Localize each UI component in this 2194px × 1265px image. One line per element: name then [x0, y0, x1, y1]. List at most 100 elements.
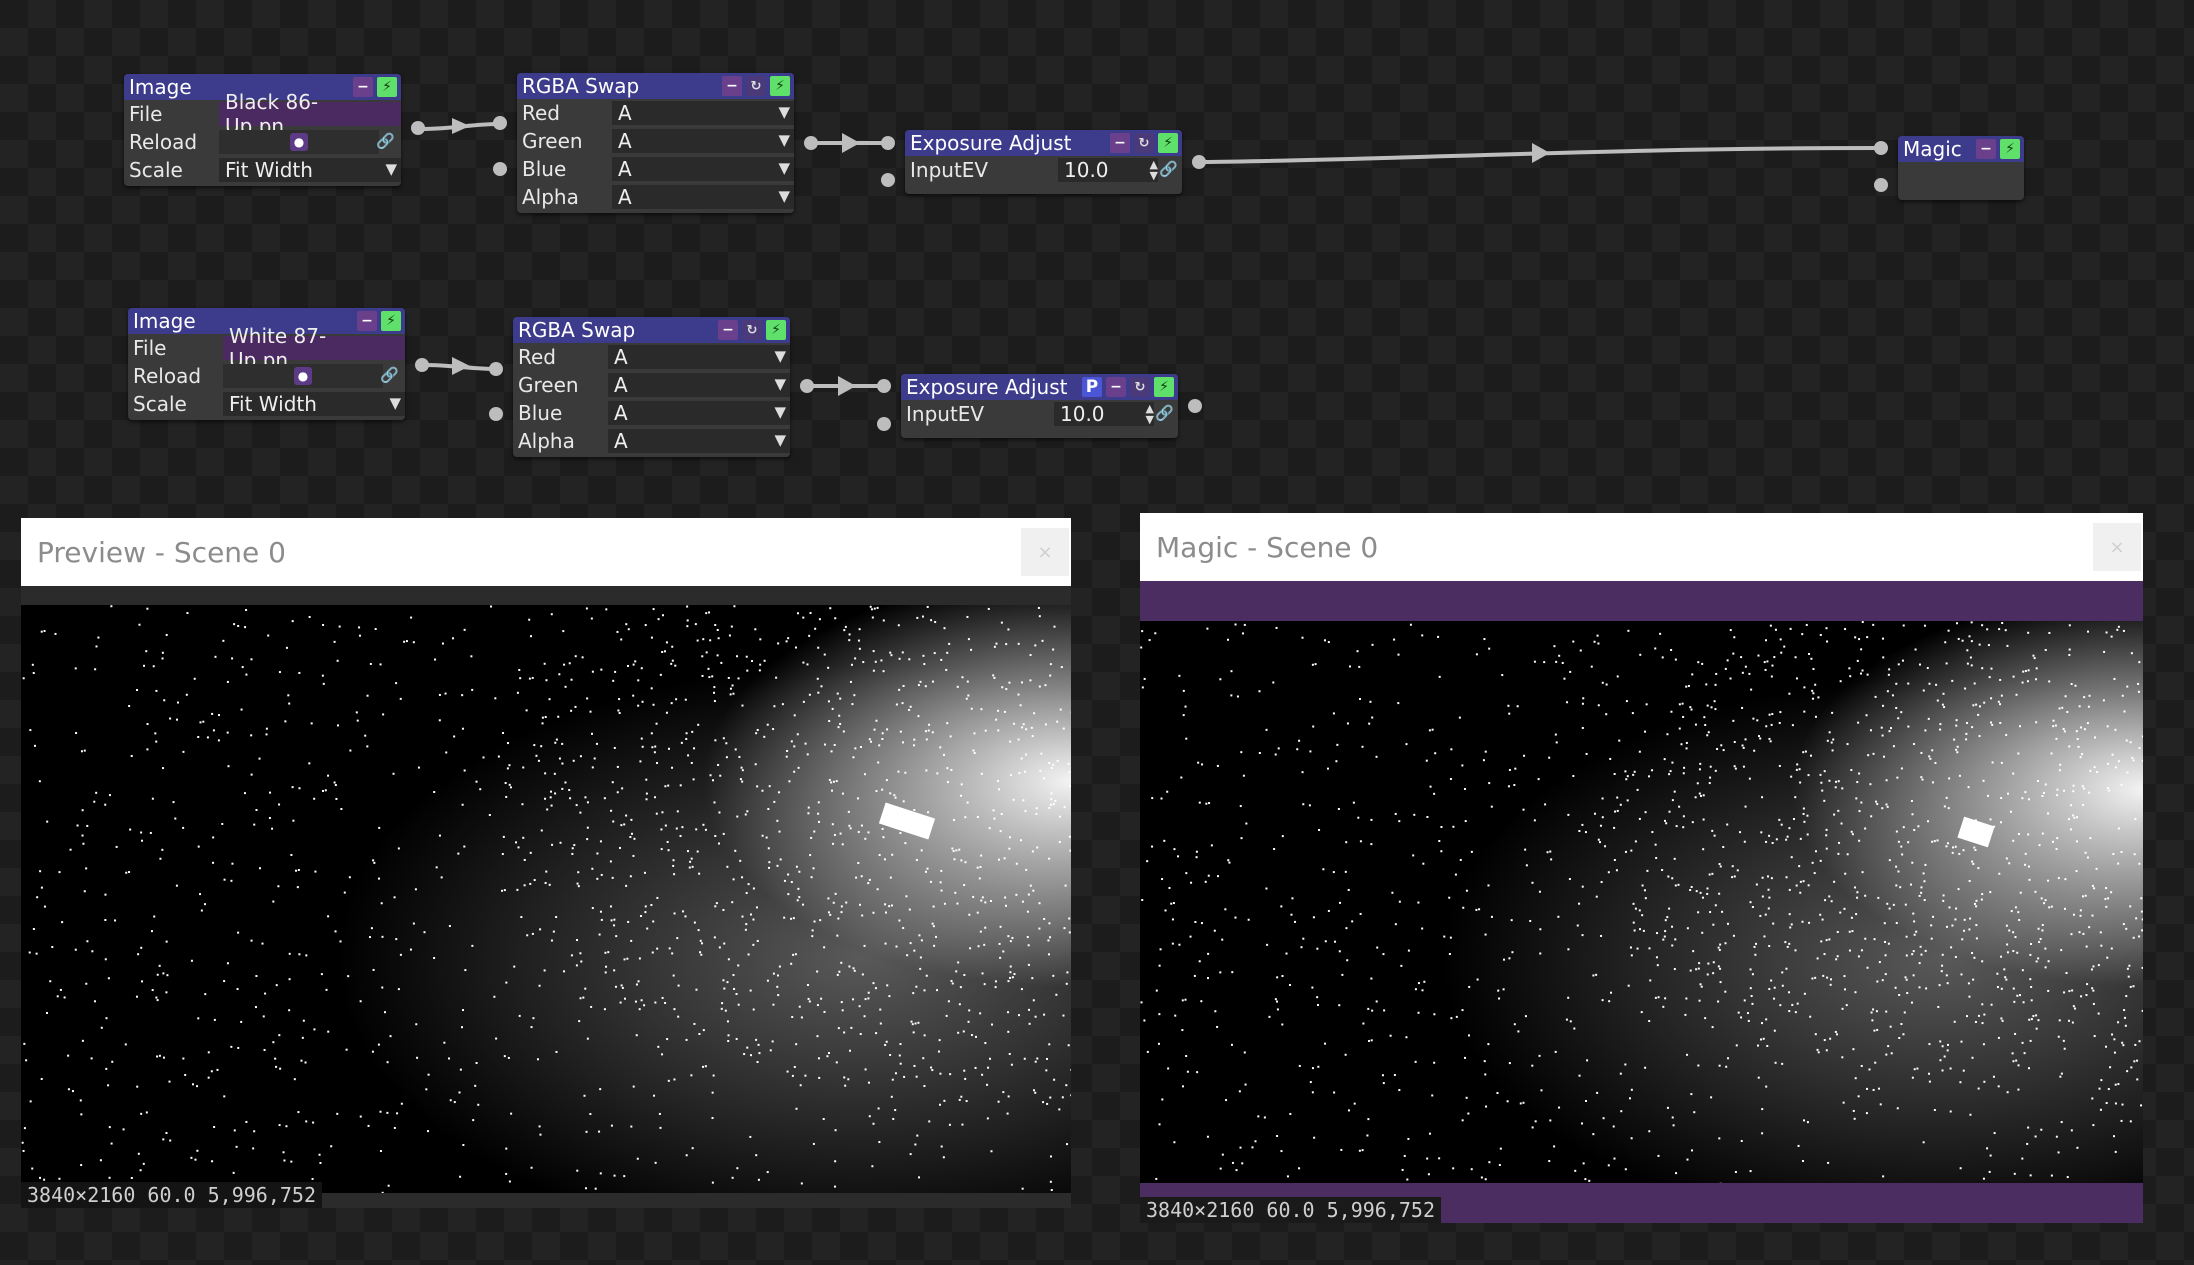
magic-panel[interactable]: Magic - Scene 0 × 3840×2160 60.0 5,996,7… — [1140, 513, 2143, 1223]
input-port[interactable] — [1874, 141, 1888, 155]
noise-dot — [366, 745, 369, 748]
input-port[interactable] — [489, 362, 503, 376]
blue-dropdown[interactable]: A ▼ — [612, 157, 794, 181]
file-field[interactable]: White 87-Up.pn... — [223, 324, 405, 372]
image-node-1[interactable]: Image − ⚡ File Black 86-Up.pn... Reload … — [124, 74, 425, 186]
output-port[interactable] — [411, 121, 425, 135]
inputev-field[interactable]: 10.0 — [1058, 158, 1158, 182]
exposure-adjust-node-1[interactable]: Exposure Adjust − ↻ ⚡ InputEV 10.0 ▲ ▼ 🔗 — [881, 130, 1206, 194]
pinned-badge[interactable]: P — [1082, 377, 1102, 397]
green-dropdown[interactable]: A ▼ — [612, 129, 794, 153]
minus-icon[interactable]: − — [718, 320, 738, 340]
preview-viewport[interactable] — [21, 605, 1071, 1193]
lightning-icon[interactable]: ⚡ — [766, 320, 786, 340]
input-port[interactable] — [881, 173, 895, 187]
noise-dot — [1928, 1043, 1931, 1046]
node-header[interactable]: Exposure Adjust P − ↻ ⚡ — [901, 374, 1178, 400]
scale-dropdown[interactable]: Fit Width ▼ — [219, 158, 401, 182]
output-port[interactable] — [1188, 399, 1202, 413]
up-down-icon[interactable]: ▲ ▼ — [1150, 159, 1158, 181]
magic-viewport[interactable] — [1140, 621, 2143, 1183]
noise-dot — [425, 1088, 428, 1091]
noise-dot — [1940, 970, 1943, 973]
node-header[interactable]: Exposure Adjust − ↻ ⚡ — [905, 130, 1182, 156]
green-dropdown[interactable]: A ▼ — [608, 373, 790, 397]
output-port[interactable] — [415, 358, 429, 372]
noise-dot — [970, 648, 973, 651]
noise-dot — [1258, 690, 1261, 693]
noise-dot — [908, 908, 911, 911]
input-port[interactable] — [493, 116, 507, 130]
noise-dot — [1761, 1132, 1764, 1135]
noise-dot — [833, 833, 836, 836]
noise-dot — [510, 1112, 513, 1115]
close-icon[interactable]: × — [2093, 523, 2141, 571]
noise-dot — [850, 663, 853, 666]
red-dropdown[interactable]: A ▼ — [608, 345, 790, 369]
noise-dot — [237, 624, 240, 627]
input-port[interactable] — [881, 136, 895, 150]
output-port[interactable] — [804, 136, 818, 150]
node-header[interactable]: RGBA Swap − ↻ ⚡ — [517, 73, 794, 99]
rgba-swap-node-1[interactable]: RGBA Swap − ↻ ⚡ Red A ▼ Green A ▼ Blue A ▼ Alp… — [493, 73, 818, 213]
input-port[interactable] — [1874, 178, 1888, 192]
noise-dot — [961, 676, 964, 679]
input-port[interactable] — [877, 417, 891, 431]
cycle-icon[interactable]: ↻ — [1130, 377, 1150, 397]
alpha-dropdown[interactable]: A ▼ — [608, 429, 790, 453]
cycle-icon[interactable]: ↻ — [742, 320, 762, 340]
lightning-icon[interactable]: ⚡ — [770, 76, 790, 96]
lightning-icon[interactable]: ⚡ — [1158, 133, 1178, 153]
noise-dot — [987, 607, 990, 610]
reload-toggle[interactable]: ● — [219, 130, 379, 154]
up-down-icon[interactable]: ▲ ▼ — [1146, 403, 1154, 425]
noise-dot — [813, 830, 816, 833]
lightning-icon[interactable]: ⚡ — [2000, 139, 2020, 159]
link-icon[interactable]: 🔗 — [1159, 160, 1178, 178]
minus-icon[interactable]: − — [1106, 377, 1126, 397]
link-icon[interactable]: 🔗 — [1155, 404, 1174, 422]
alpha-dropdown[interactable]: A ▼ — [612, 185, 794, 209]
magic-node[interactable]: Magic − ⚡ — [1874, 136, 2024, 200]
node-header[interactable]: RGBA Swap − ↻ ⚡ — [513, 317, 790, 343]
minus-icon[interactable]: − — [1110, 133, 1130, 153]
node-header[interactable]: Magic − ⚡ — [1898, 136, 2024, 162]
input-port[interactable] — [489, 407, 503, 421]
output-port[interactable] — [800, 379, 814, 393]
noise-dot — [1677, 883, 1680, 886]
file-field[interactable]: Black 86-Up.pn... — [219, 90, 401, 138]
output-port[interactable] — [1192, 155, 1206, 169]
inputev-field[interactable]: 10.0 — [1054, 402, 1154, 426]
noise-dot — [589, 1113, 592, 1116]
noise-dot — [1533, 660, 1536, 663]
noise-dot — [2140, 897, 2143, 900]
exposure-adjust-node-2[interactable]: Exposure Adjust P − ↻ ⚡ InputEV 10.0 ▲ ▼ … — [877, 374, 1202, 438]
link-icon[interactable]: 🔗 — [380, 366, 399, 384]
cycle-icon[interactable]: ↻ — [746, 76, 766, 96]
input-port[interactable] — [493, 162, 507, 176]
input-port[interactable] — [877, 379, 891, 393]
minus-icon[interactable]: − — [722, 76, 742, 96]
cycle-icon[interactable]: ↻ — [1134, 133, 1154, 153]
noise-dot — [1050, 1189, 1053, 1192]
reload-toggle[interactable]: ● — [223, 364, 383, 388]
noise-dot — [1977, 713, 1980, 716]
close-icon[interactable]: × — [1021, 528, 1069, 576]
noise-dot — [709, 774, 712, 777]
noise-dot — [798, 896, 801, 899]
noise-dot — [2041, 832, 2044, 835]
panel-titlebar[interactable]: Preview - Scene 0 × — [21, 518, 1071, 586]
link-icon[interactable]: 🔗 — [376, 132, 395, 150]
noise-dot — [904, 771, 907, 774]
noise-dot — [1991, 761, 1994, 764]
red-dropdown[interactable]: A ▼ — [612, 101, 794, 125]
lightning-icon[interactable]: ⚡ — [1154, 377, 1174, 397]
preview-panel[interactable]: Preview - Scene 0 × 3840×2160 60.0 5,996… — [21, 518, 1071, 1208]
scale-dropdown[interactable]: Fit Width ▼ — [223, 392, 405, 416]
noise-dot — [930, 1066, 933, 1069]
minus-icon[interactable]: − — [1976, 139, 1996, 159]
blue-dropdown[interactable]: A ▼ — [608, 401, 790, 425]
panel-titlebar[interactable]: Magic - Scene 0 × — [1140, 513, 2143, 581]
image-node-2[interactable]: Image − ⚡ File White 87-Up.pn... Reload … — [128, 308, 429, 420]
rgba-swap-node-2[interactable]: RGBA Swap − ↻ ⚡ Red A ▼ Green A ▼ Blue A ▼ Alp… — [489, 317, 814, 457]
